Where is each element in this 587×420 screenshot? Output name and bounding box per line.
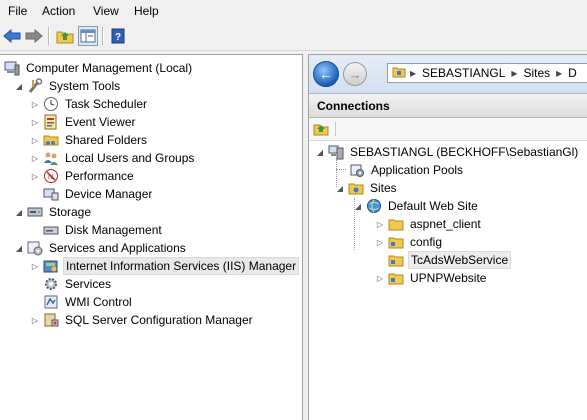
connections-header: Connections xyxy=(309,94,587,118)
clock-icon xyxy=(43,96,59,112)
connection-sites[interactable]: ◢ Sites xyxy=(335,179,399,197)
back-button[interactable]: ← xyxy=(313,61,339,87)
iis-icon xyxy=(43,258,59,274)
connection-config[interactable]: ▷ config xyxy=(375,233,444,251)
expand-arrow-icon[interactable]: ▷ xyxy=(375,237,385,247)
forward-arrow-icon: → xyxy=(348,66,362,82)
menu-view[interactable]: View xyxy=(93,4,119,18)
tree-item-services-apps[interactable]: ◢ Services and Applications xyxy=(14,239,188,257)
help-icon[interactable]: ? xyxy=(108,26,128,46)
iis-manager-pane: ← → ▸ SEBASTIANGL ▸ Sites ▸ D Connection… xyxy=(308,54,587,420)
tools-icon xyxy=(27,78,43,94)
collapse-arrow-icon[interactable]: ◢ xyxy=(335,183,345,193)
toolbar: ? xyxy=(0,22,587,51)
collapse-arrow-icon[interactable]: ◢ xyxy=(14,243,24,253)
menu-action[interactable]: Action xyxy=(42,4,75,18)
web-app-folder-icon xyxy=(388,252,404,268)
tree-item-device-manager[interactable]: Device Manager xyxy=(43,185,154,203)
back-arrow-icon[interactable] xyxy=(2,26,22,46)
disk-icon xyxy=(43,222,59,238)
connection-server[interactable]: ◢ SEBASTIANGL (BECKHOFF\SebastianGl) xyxy=(315,143,580,161)
globe-icon xyxy=(366,198,382,214)
iis-navigation-bar: ← → ▸ SEBASTIANGL ▸ Sites ▸ D xyxy=(309,55,587,94)
back-arrow-icon: ← xyxy=(319,66,333,82)
expand-arrow-icon[interactable]: ▷ xyxy=(30,117,40,127)
expand-arrow-icon[interactable]: ▷ xyxy=(30,99,40,109)
tree-item-sql-config[interactable]: ▷ SQL Server Configuration Manager xyxy=(30,311,255,329)
sql-server-icon xyxy=(43,312,59,328)
breadcrumb-site[interactable]: D xyxy=(568,66,577,80)
expand-arrow-icon[interactable]: ▷ xyxy=(30,315,40,325)
expand-arrow-icon[interactable]: ▷ xyxy=(30,171,40,181)
connection-upnp[interactable]: ▷ UPNPWebsite xyxy=(375,269,488,287)
expand-arrow-icon[interactable]: ▷ xyxy=(30,153,40,163)
address-bar[interactable]: ▸ SEBASTIANGL ▸ Sites ▸ D xyxy=(387,63,587,83)
up-folder-icon[interactable] xyxy=(313,121,329,139)
computer-icon xyxy=(4,60,20,76)
breadcrumb-separator: ▸ xyxy=(556,66,563,80)
expand-arrow-icon[interactable]: ▷ xyxy=(375,273,385,283)
collapse-arrow-icon[interactable]: ◢ xyxy=(14,81,24,91)
tree-item-task-scheduler[interactable]: ▷ Task Scheduler xyxy=(30,95,149,113)
users-icon xyxy=(43,150,59,166)
connection-default-site[interactable]: ◢ Default Web Site xyxy=(353,197,480,215)
tree-item-iis-manager[interactable]: ▷ Internet Information Services (IIS) Ma… xyxy=(30,257,300,275)
menu-bar: File Action View Help xyxy=(0,0,587,22)
device-manager-icon xyxy=(43,186,59,202)
folder-icon xyxy=(388,216,404,232)
collapse-arrow-icon[interactable]: ◢ xyxy=(14,207,24,217)
forward-button[interactable]: → xyxy=(343,62,367,86)
services-apps-icon xyxy=(27,240,43,256)
event-viewer-icon xyxy=(43,114,59,130)
expand-arrow-icon[interactable]: ▷ xyxy=(375,219,385,229)
web-app-folder-icon xyxy=(388,270,404,286)
shared-folder-icon xyxy=(43,132,59,148)
menu-file[interactable]: File xyxy=(8,4,27,18)
tree-item-disk-management[interactable]: Disk Management xyxy=(43,221,164,239)
performance-icon: N xyxy=(43,168,59,184)
connection-tcads[interactable]: TcAdsWebService xyxy=(388,251,512,269)
tree-item-event-viewer[interactable]: ▷ Event Viewer xyxy=(30,113,137,131)
console-tree: Computer Management (Local) ◢ System Too… xyxy=(0,54,303,420)
collapse-arrow-icon[interactable]: ◢ xyxy=(315,147,325,157)
breadcrumb-sites[interactable]: Sites xyxy=(523,66,550,80)
sites-folder-icon xyxy=(348,180,364,196)
expand-arrow-icon[interactable]: ▷ xyxy=(30,261,40,271)
up-folder-icon[interactable] xyxy=(55,26,75,46)
folder-icon xyxy=(392,65,406,81)
svg-text:?: ? xyxy=(115,32,121,43)
menu-help[interactable]: Help xyxy=(134,4,159,18)
tree-item-system-tools[interactable]: ◢ System Tools xyxy=(14,77,122,95)
tree-item-local-users[interactable]: ▷ Local Users and Groups xyxy=(30,149,196,167)
breadcrumb-server[interactable]: SEBASTIANGL xyxy=(422,66,505,80)
svg-text:N: N xyxy=(48,174,53,181)
storage-icon xyxy=(27,204,43,220)
connection-app-pools[interactable]: Application Pools xyxy=(349,161,465,179)
tree-item-performance[interactable]: ▷ N Performance xyxy=(30,167,136,185)
collapse-arrow-icon[interactable]: ◢ xyxy=(353,201,363,211)
tree-item-wmi-control[interactable]: WMI Control xyxy=(43,293,134,311)
show-hide-tree-icon[interactable] xyxy=(78,26,98,46)
forward-arrow-icon[interactable] xyxy=(24,26,44,46)
tree-item-shared-folders[interactable]: ▷ Shared Folders xyxy=(30,131,149,149)
expand-arrow-icon[interactable]: ▷ xyxy=(30,135,40,145)
connection-aspnet-client[interactable]: ▷ aspnet_client xyxy=(375,215,483,233)
tree-item-services[interactable]: Services xyxy=(43,275,113,293)
tree-item-storage[interactable]: ◢ Storage xyxy=(14,203,93,221)
connections-toolbar xyxy=(309,118,587,141)
web-app-folder-icon xyxy=(388,234,404,250)
gear-icon xyxy=(43,276,59,292)
app-pool-icon xyxy=(349,162,365,178)
breadcrumb-separator: ▸ xyxy=(410,66,417,80)
breadcrumb-separator: ▸ xyxy=(511,66,518,80)
tree-item-root[interactable]: Computer Management (Local) xyxy=(4,59,194,77)
wmi-icon xyxy=(43,294,59,310)
server-icon xyxy=(328,144,344,160)
